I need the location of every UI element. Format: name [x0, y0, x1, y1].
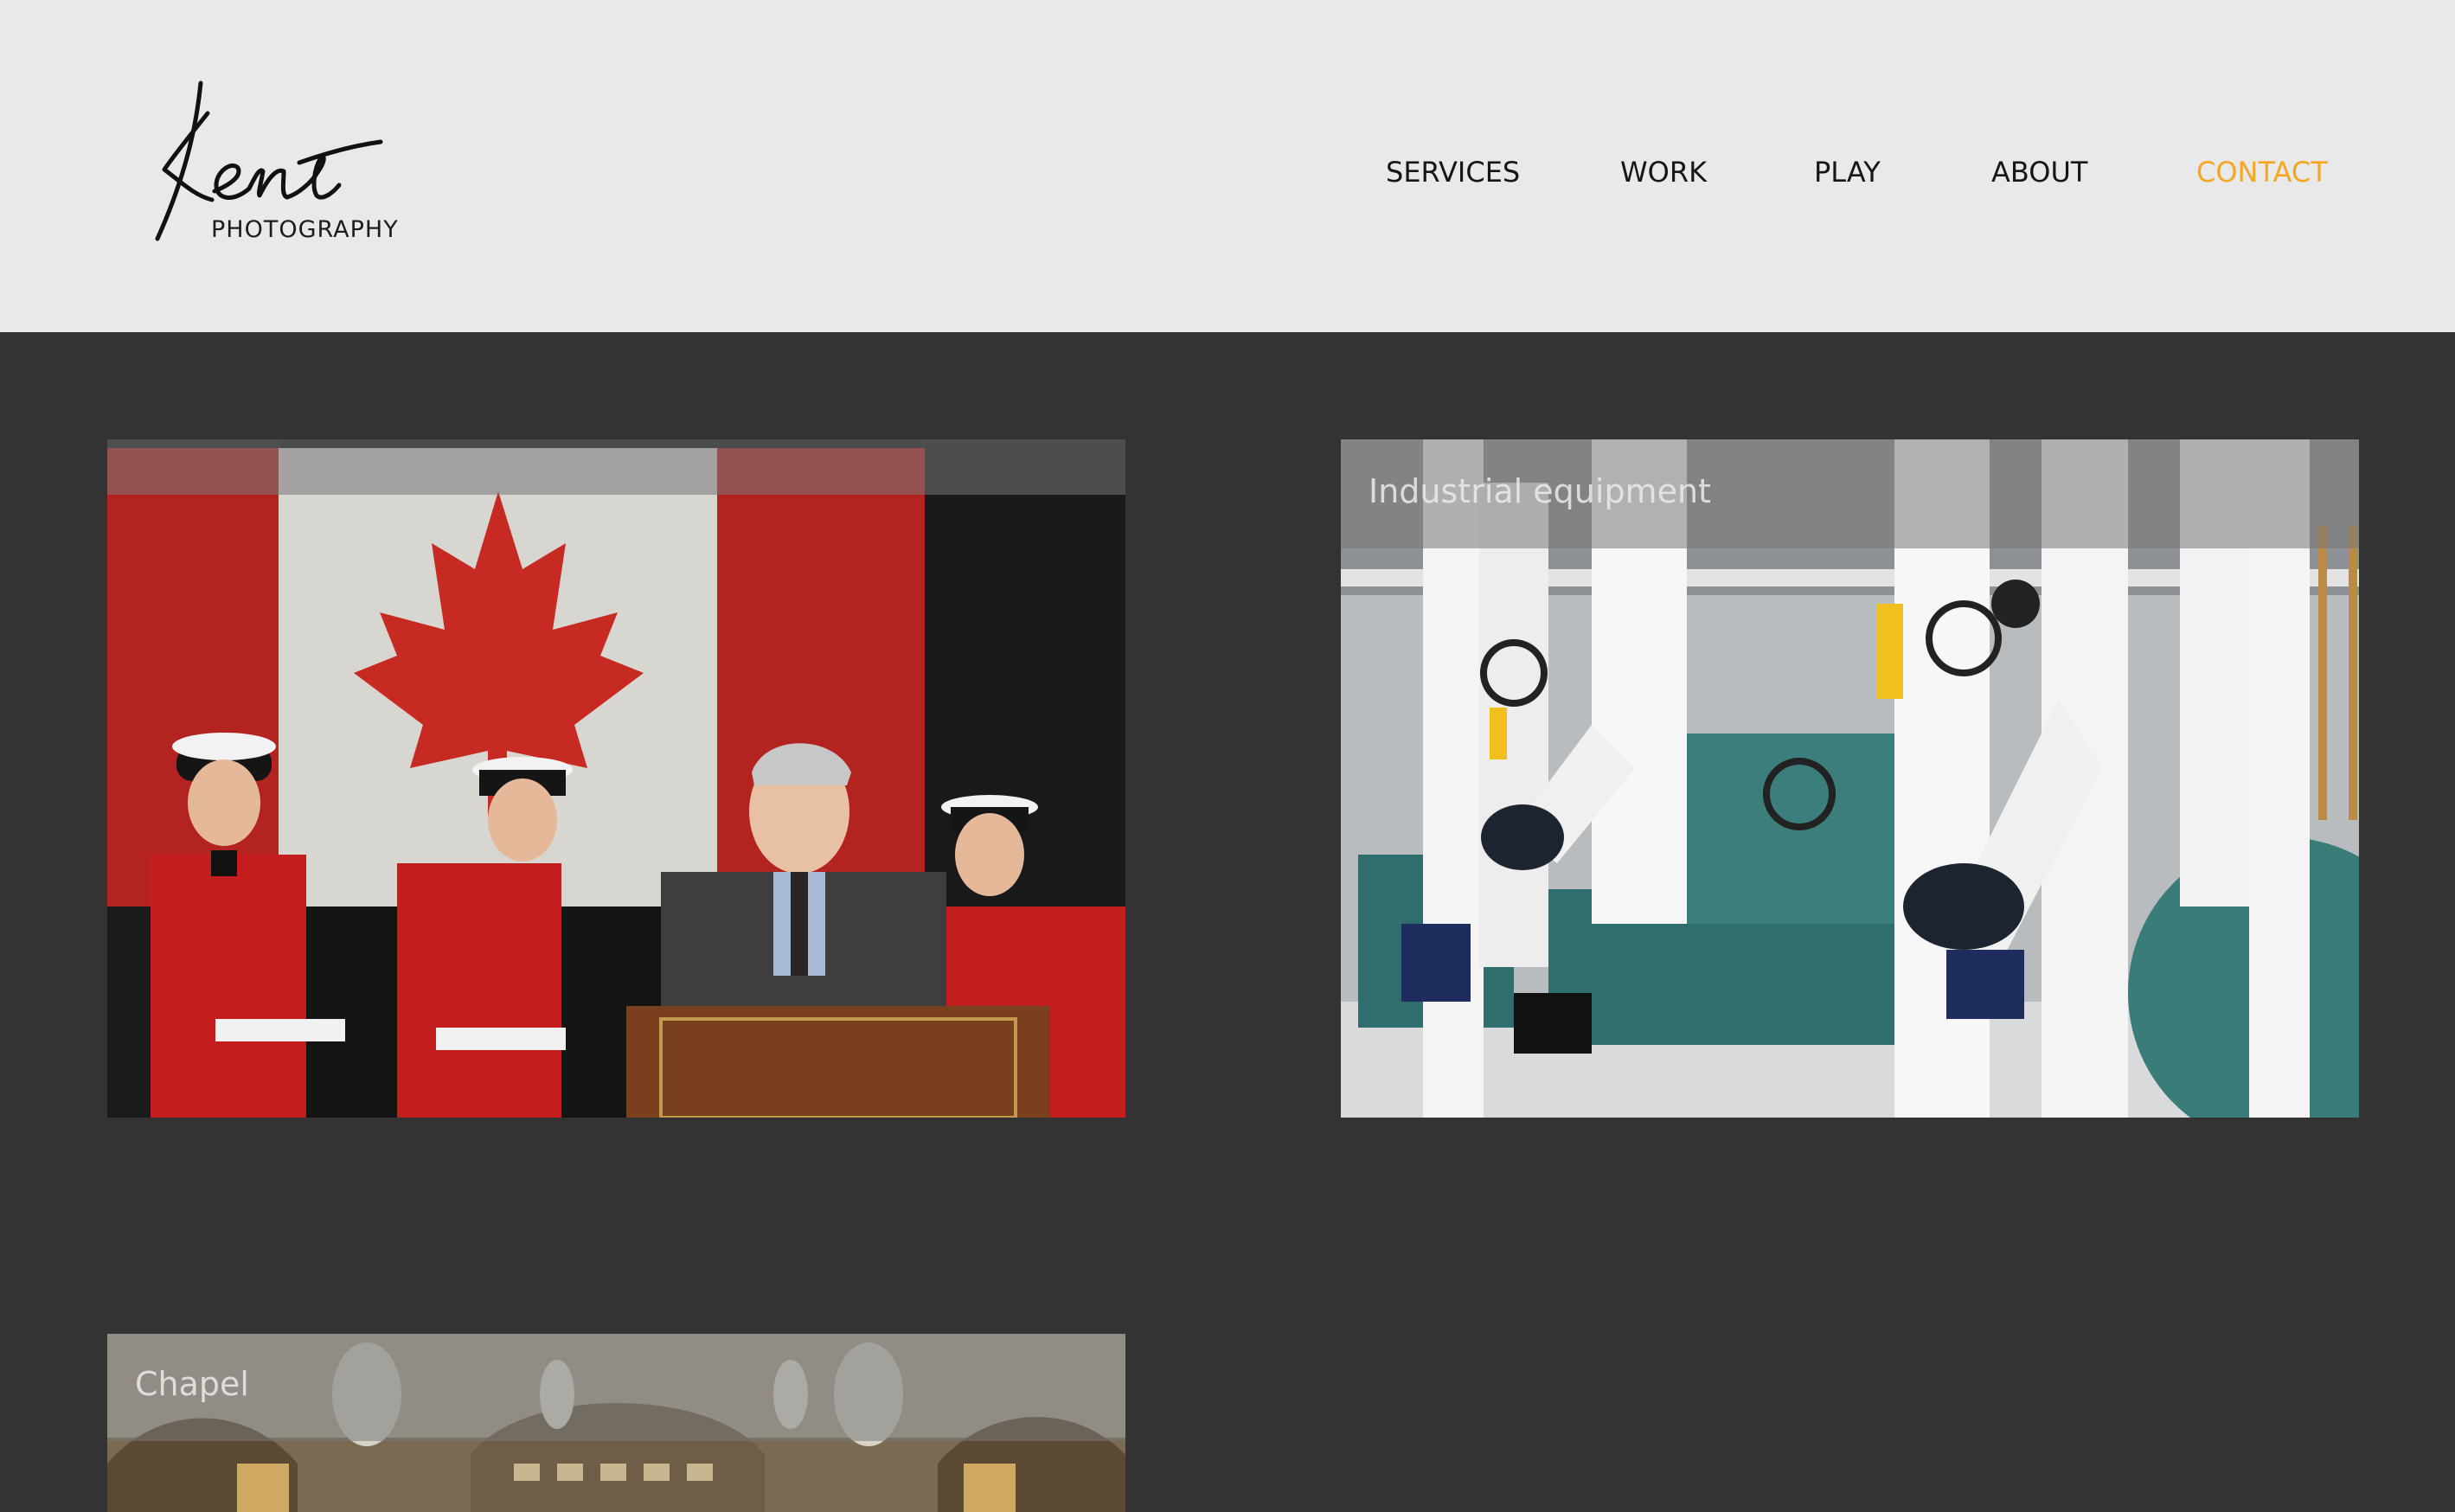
caption-bar: [107, 1334, 1125, 1441]
nav-item-about[interactable]: ABOUT: [1991, 151, 2087, 194]
gallery-card-flag-ceremony[interactable]: [107, 439, 1125, 1118]
caption-bar: [107, 439, 1125, 495]
flag-ceremony-photo: [107, 439, 1125, 1118]
site-header: PHOTOGRAPHY SERVICES WORK PLAY ABOUT CON…: [0, 0, 2455, 332]
nav-item-services[interactable]: SERVICES: [1386, 151, 1520, 194]
gallery-card-chapel[interactable]: Chapel: [107, 1334, 1125, 1512]
nav-item-play[interactable]: PLAY: [1814, 151, 1881, 194]
logo-subtitle: PHOTOGRAPHY: [211, 216, 399, 243]
nav-item-contact[interactable]: CONTACT: [2196, 151, 2328, 194]
gallery-caption: Industrial equipment: [1369, 472, 1711, 510]
gallery-card-industrial-equipment[interactable]: Industrial equipment: [1341, 439, 2359, 1118]
nav-item-work[interactable]: WORK: [1620, 151, 1707, 194]
gallery-caption: Chapel: [135, 1365, 249, 1403]
main-navigation: SERVICES WORK PLAY ABOUT CONTACT: [0, 151, 2455, 194]
